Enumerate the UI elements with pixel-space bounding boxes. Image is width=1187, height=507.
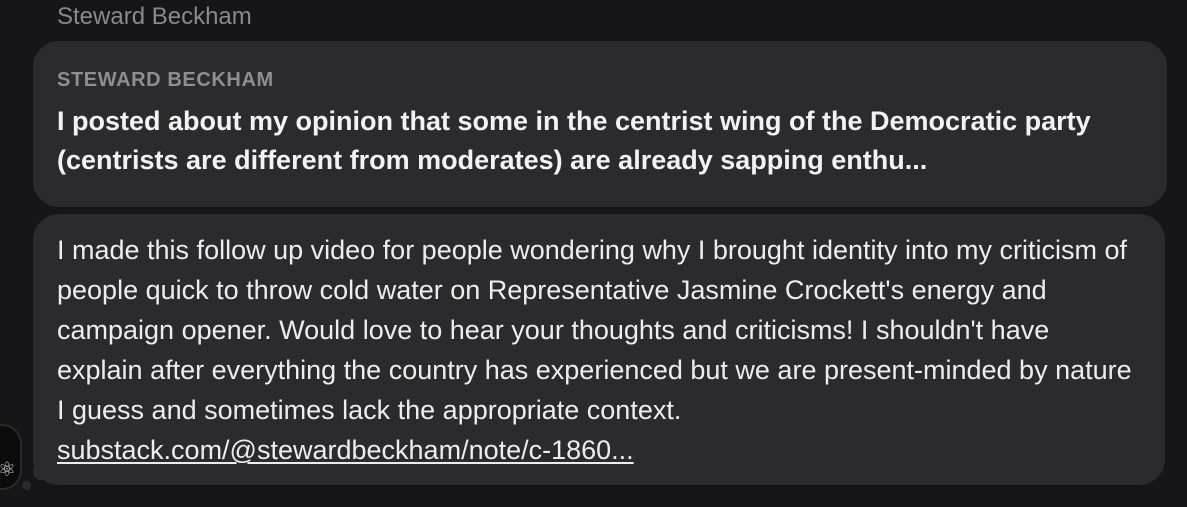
quoted-note-author: STEWARD BECKHAM bbox=[57, 69, 274, 91]
sender-name: Steward Beckham bbox=[57, 3, 252, 30]
quoted-note-bubble[interactable]: STEWARD BECKHAM I posted about my opinio… bbox=[33, 41, 1167, 207]
message-text: I made this follow up video for people w… bbox=[57, 235, 1132, 425]
atom-icon: ⚛ bbox=[0, 460, 16, 480]
bubble-tail bbox=[33, 464, 49, 480]
message-bubble: I made this follow up video for people w… bbox=[33, 214, 1165, 485]
quoted-note-text: I posted about my opinion that some in t… bbox=[57, 106, 1091, 175]
avatar[interactable]: ⚛ bbox=[0, 424, 22, 490]
message-thread: Steward Beckham STEWARD BECKHAM I posted… bbox=[0, 0, 1187, 507]
message-link[interactable]: substack.com/@stewardbeckham/note/c-1860… bbox=[57, 435, 634, 465]
message-body: I made this follow up video for people w… bbox=[57, 230, 1141, 470]
bubble-tail-dot bbox=[22, 481, 31, 490]
